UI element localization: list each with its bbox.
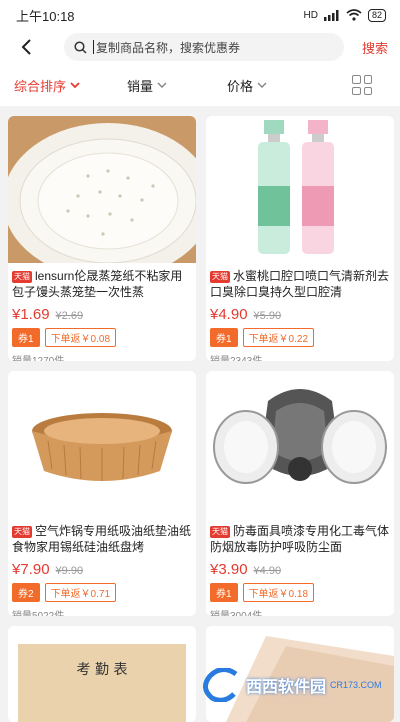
coupon-badge: 券1 <box>12 328 40 347</box>
sort-price-label: 价格 <box>227 78 254 94</box>
rebate-badge: 下单返￥0.08 <box>44 328 117 347</box>
product-price: ¥1.69 <box>12 306 50 323</box>
product-card[interactable]: 天猫 水蜜桃口腔口喷口气清新剂去口臭除口臭持久型口腔清 ¥4.90 ¥5.90 券1… <box>206 116 394 361</box>
coupon-badge: 券2 <box>12 583 40 602</box>
search-icon <box>74 40 87 54</box>
battery-icon: 82 <box>367 8 386 22</box>
rebate-badge: 下单返￥0.18 <box>242 583 315 602</box>
back-button[interactable] <box>10 31 42 63</box>
product-image-mouth-spray <box>206 116 394 263</box>
status-time: 上午10:18 <box>16 8 75 24</box>
rebate-badge: 下单返￥0.71 <box>44 583 117 602</box>
product-image-air-fryer-paper <box>8 371 196 518</box>
signal-icon <box>323 9 339 21</box>
chevron-down-icon <box>70 82 80 88</box>
chevron-down-icon <box>257 82 267 88</box>
sales-count: 销量3004件 <box>210 607 390 616</box>
coupon-badge: 券1 <box>210 328 238 347</box>
watermark: 西西软件园 CR173.COM <box>202 667 392 703</box>
product-title: 天猫 空气炸锅专用纸吸油纸垫油纸食物家用锡纸硅油纸盘烤 <box>12 524 192 554</box>
sort-bar: 综合排序 销量 价格 <box>0 64 400 106</box>
original-price: ¥2.69 <box>55 310 84 322</box>
sort-sales-label: 销量 <box>127 78 154 94</box>
chevron-down-icon <box>157 82 167 88</box>
status-bar: 上午10:18 HD 82 <box>0 0 400 30</box>
product-image-attendance-sheet: 考 勤 表 <box>8 626 196 722</box>
watermark-text: 西西软件园 <box>246 679 327 696</box>
sort-default[interactable]: 综合排序 <box>14 76 127 95</box>
watermark-logo-icon <box>203 668 238 702</box>
layout-grid-icon[interactable] <box>352 75 372 95</box>
search-bar: 复制商品名称，搜索优惠券 搜索 <box>0 30 400 64</box>
product-card[interactable]: 天猫 防毒面具喷漆专用化工毒气体防烟放毒防护呼吸防尘面 ¥3.90 ¥4.90 券1… <box>206 371 394 616</box>
sort-price[interactable]: 价格 <box>227 76 352 95</box>
search-button[interactable]: 搜索 <box>362 38 388 57</box>
status-icons: HD 82 <box>303 8 386 22</box>
product-card[interactable]: 天猫 空气炸锅专用纸吸油纸垫油纸食物家用锡纸硅油纸盘烤 ¥7.90 ¥9.90 券2… <box>8 371 196 616</box>
tmall-badge: 天猫 <box>12 526 32 538</box>
product-price: ¥3.90 <box>210 561 248 578</box>
search-placeholder: 复制商品名称，搜索优惠券 <box>96 40 241 55</box>
sort-default-label: 综合排序 <box>14 78 67 94</box>
product-title: 天猫 防毒面具喷漆专用化工毒气体防烟放毒防护呼吸防尘面 <box>210 524 390 554</box>
sort-sales[interactable]: 销量 <box>127 76 227 95</box>
tmall-badge: 天猫 <box>210 271 230 283</box>
product-price: ¥4.90 <box>210 306 248 323</box>
product-title: 天猫 lensurn伦晟蒸笼纸不粘家用包子馒头蒸笼垫一次性蒸 <box>12 269 183 299</box>
product-image-steamer-paper <box>8 116 196 263</box>
back-arrow-icon <box>21 39 31 55</box>
svg-text:考 勤 表: 考 勤 表 <box>77 662 128 678</box>
rebate-badge: 下单返￥0.22 <box>242 328 315 347</box>
product-title: 天猫 水蜜桃口腔口喷口气清新剂去口臭除口臭持久型口腔清 <box>210 269 390 299</box>
product-grid: 天猫 lensurn伦晟蒸笼纸不粘家用包子馒头蒸笼垫一次性蒸 ¥1.69 ¥2.69… <box>0 106 400 722</box>
watermark-sub: CR173.COM <box>330 680 382 690</box>
product-card[interactable]: 考 勤 表 <box>8 626 196 722</box>
wifi-icon <box>346 9 362 21</box>
sales-count: 销量2343件 <box>210 352 390 361</box>
sales-count: 销量5022件 <box>12 607 192 616</box>
product-card[interactable]: 天猫 lensurn伦晟蒸笼纸不粘家用包子馒头蒸笼垫一次性蒸 ¥1.69 ¥2.69… <box>8 116 196 361</box>
original-price: ¥9.90 <box>55 565 84 577</box>
network-label: HD <box>303 9 318 21</box>
product-price: ¥7.90 <box>12 561 50 578</box>
original-price: ¥4.90 <box>253 565 282 577</box>
coupon-badge: 券1 <box>210 583 238 602</box>
product-image-gas-mask <box>206 371 394 518</box>
sales-count: 销量1270件 <box>12 352 192 361</box>
tmall-badge: 天猫 <box>210 526 230 538</box>
original-price: ¥5.90 <box>253 310 282 322</box>
text-cursor <box>93 40 94 54</box>
search-input[interactable]: 复制商品名称，搜索优惠券 <box>64 33 344 61</box>
tmall-badge: 天猫 <box>12 271 32 283</box>
